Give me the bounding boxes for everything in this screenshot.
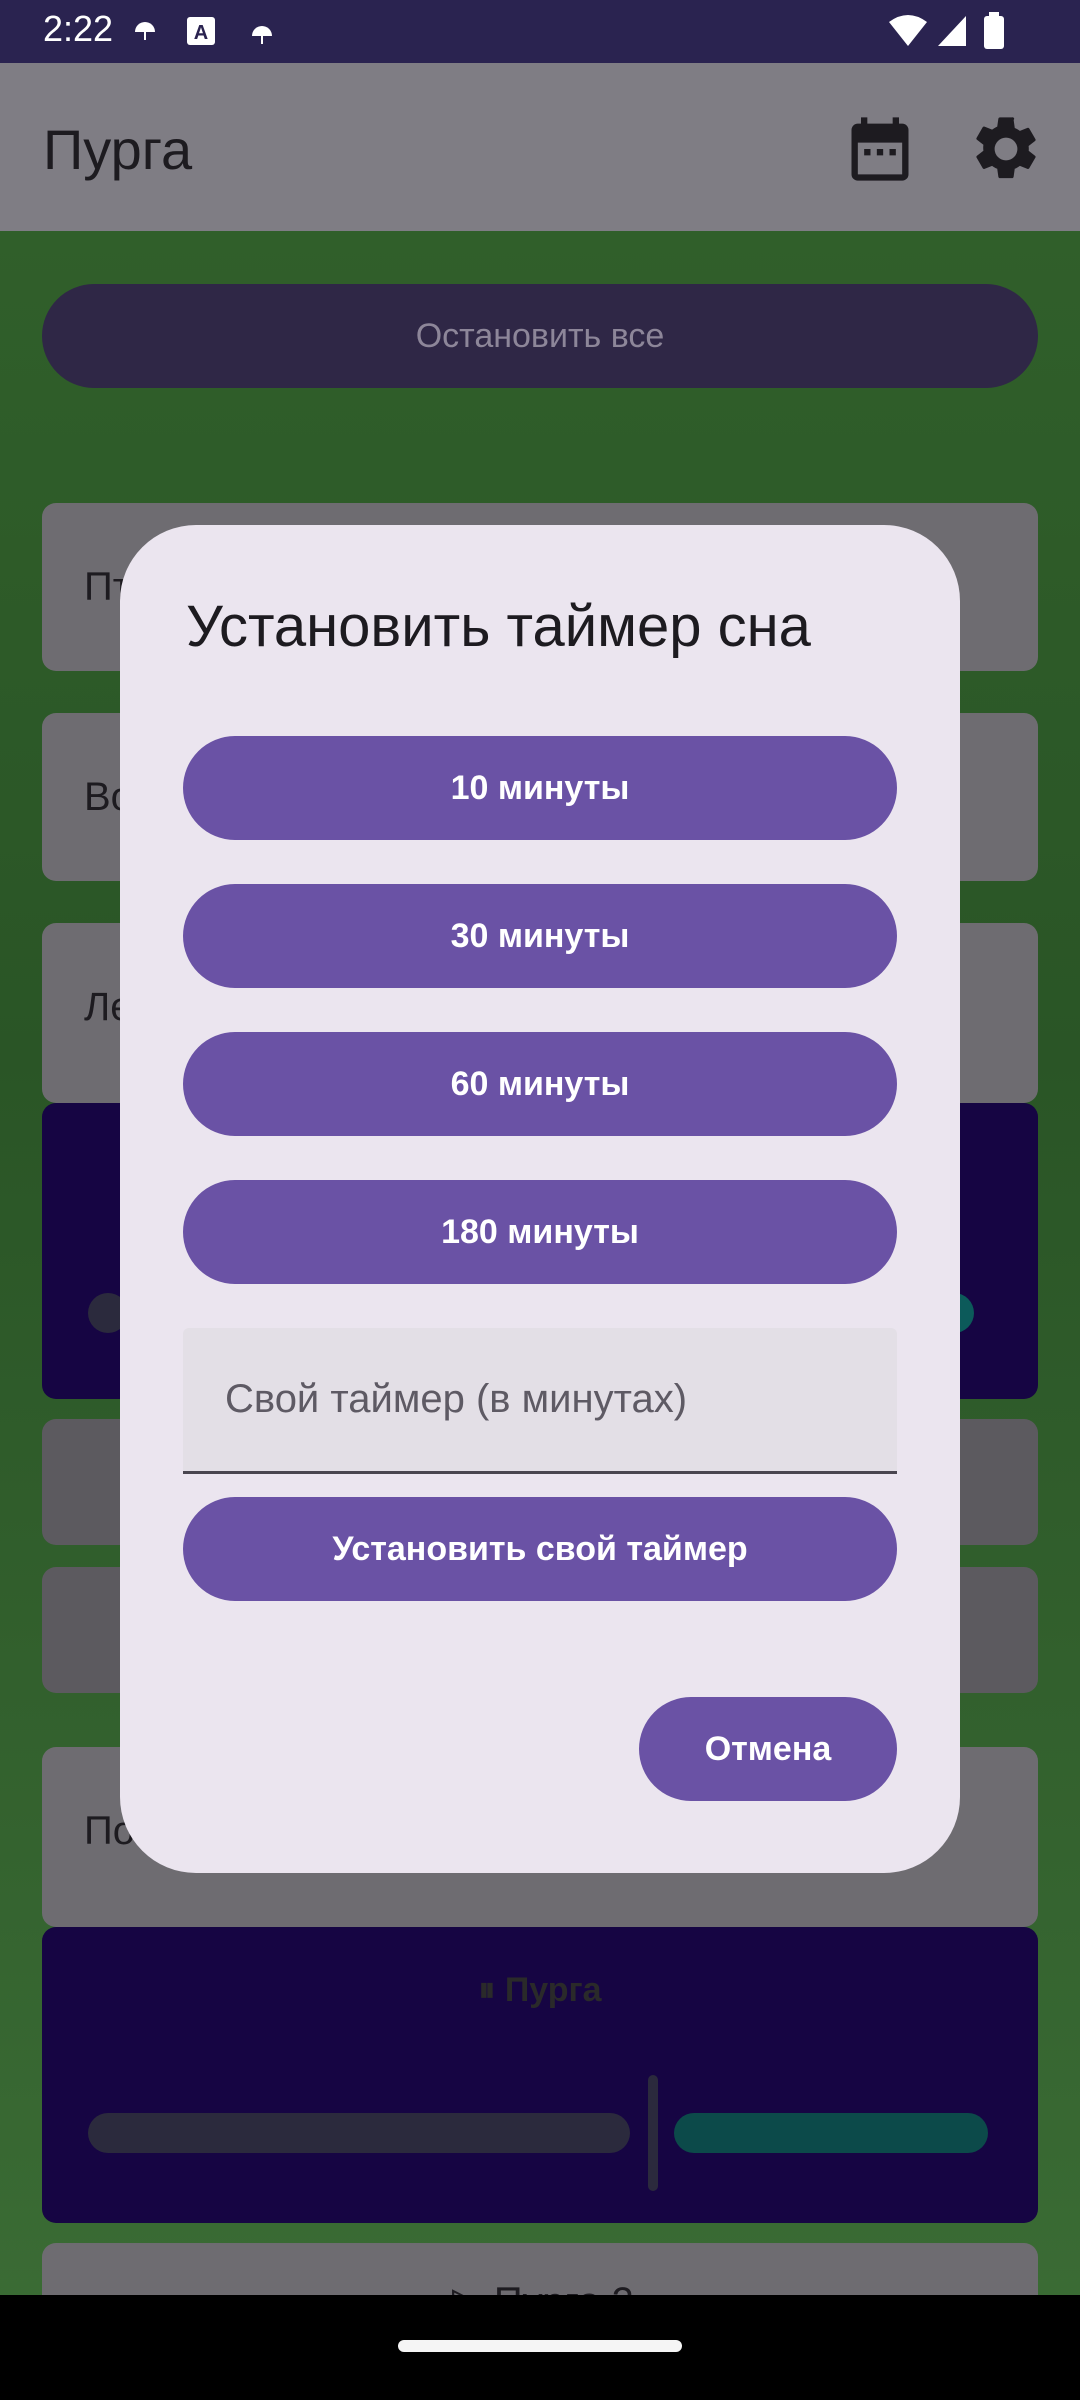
- cancel-button[interactable]: Отмена: [639, 1697, 897, 1801]
- signal-icon: [938, 16, 966, 46]
- stop-all-button[interactable]: Остановить все: [42, 284, 1038, 388]
- navigation-bar: [0, 2295, 1080, 2400]
- calendar-button[interactable]: [842, 111, 918, 187]
- settings-button[interactable]: [968, 111, 1044, 187]
- timer-60-button[interactable]: 60 минуты: [183, 1032, 897, 1136]
- volume-fill[interactable]: [674, 2113, 988, 2153]
- slider-thumb[interactable]: [648, 2075, 658, 2191]
- sleep-timer-dialog: Установить таймер сна 10 минуты 30 минут…: [120, 525, 960, 1873]
- calendar-icon: [851, 117, 909, 181]
- player-title: ⏸ Пурга: [42, 1971, 1038, 2010]
- app-bar: Пурга: [0, 63, 1080, 231]
- wifi-icon: [889, 15, 927, 46]
- notification-umbrella-icon-2: [252, 26, 272, 44]
- notification-umbrella-icon: [135, 22, 155, 40]
- app-title: Пурга: [43, 118, 193, 181]
- dialog-title: Установить таймер сна: [186, 594, 811, 659]
- card-label: ▷ Пурга 2: [452, 2279, 634, 2295]
- timer-30-button[interactable]: 30 минуты: [183, 884, 897, 988]
- player-card-2: ⏸ Пурга: [42, 1927, 1038, 2223]
- status-time: 2:22: [43, 8, 114, 49]
- custom-timer-input[interactable]: [183, 1328, 897, 1471]
- svg-text:A: A: [194, 22, 208, 44]
- volume-track[interactable]: [88, 2113, 630, 2153]
- player-title-text: Пурга: [504, 1971, 602, 2009]
- set-custom-timer-button[interactable]: Установить свой таймер: [183, 1497, 897, 1601]
- custom-timer-field[interactable]: [183, 1328, 897, 1474]
- timer-180-button[interactable]: 180 минуты: [183, 1180, 897, 1284]
- sound-card-7[interactable]: ▷ Пурга 2: [42, 2243, 1038, 2295]
- pause-icon[interactable]: ⏸: [478, 1971, 495, 2009]
- home-handle[interactable]: [398, 2340, 682, 2352]
- status-bar: 2:22 A: [0, 0, 1080, 63]
- gear-icon: [976, 117, 1036, 179]
- battery-icon: [984, 12, 1004, 49]
- notification-a-icon: A: [187, 17, 215, 45]
- timer-10-button[interactable]: 10 минуты: [183, 736, 897, 840]
